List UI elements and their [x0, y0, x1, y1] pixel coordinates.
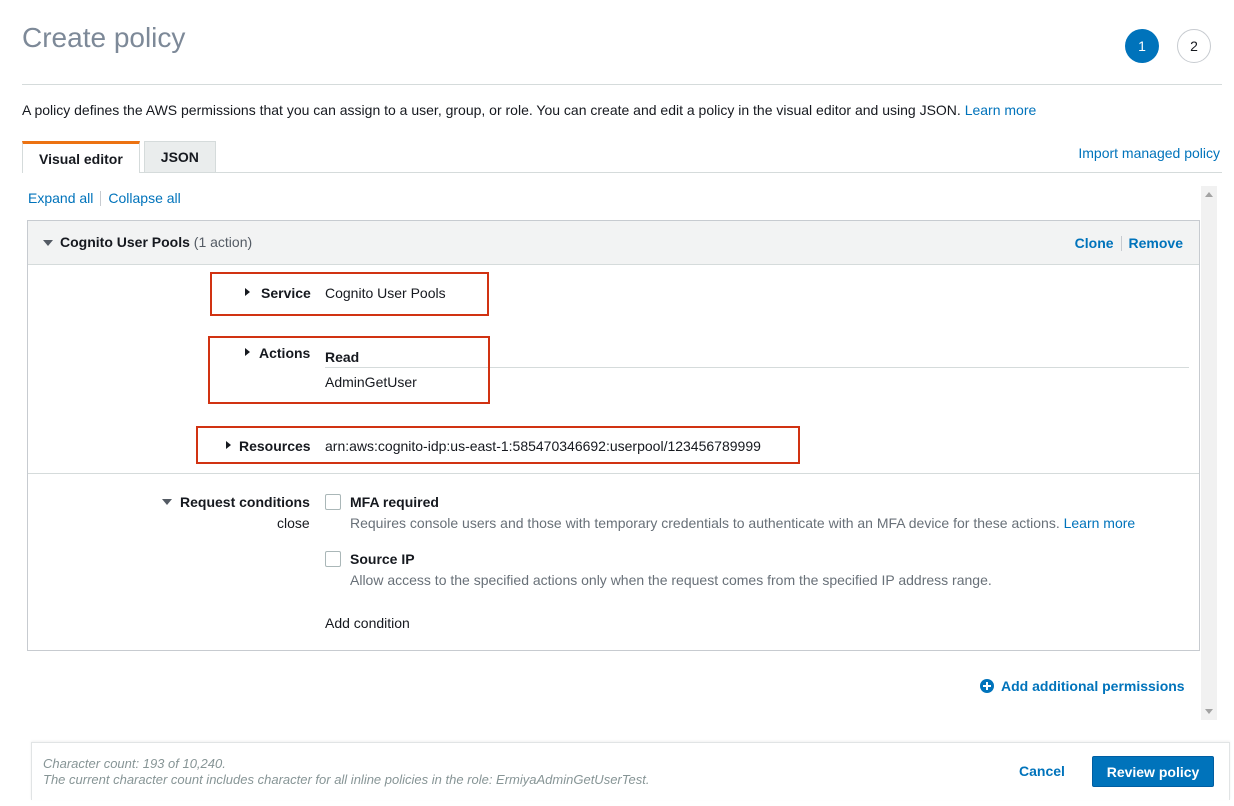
source-ip-title[interactable]: Source IP — [350, 551, 415, 567]
step-1-indicator: 1 — [1125, 29, 1159, 63]
panel-actions-divider — [1120, 235, 1122, 251]
mfa-description-text: Requires console users and those with te… — [350, 515, 1060, 531]
add-condition-link[interactable]: Add condition — [325, 615, 410, 631]
scrollbar[interactable] — [1201, 186, 1217, 720]
actions-highlight-box — [208, 336, 490, 404]
expand-all-link[interactable]: Expand all — [28, 190, 93, 206]
scroll-down-icon[interactable] — [1205, 709, 1213, 714]
request-conditions-collapse-icon[interactable] — [162, 499, 172, 505]
caret-down-icon[interactable] — [43, 240, 53, 246]
panel-action-count: (1 action) — [193, 234, 253, 250]
conditions-divider — [28, 473, 1199, 474]
character-count: Character count: 193 of 10,240. — [43, 756, 226, 771]
add-additional-permissions-label[interactable]: Add additional permissions — [1001, 678, 1185, 694]
tab-visual-editor[interactable]: Visual editor — [22, 141, 140, 173]
add-additional-permissions-button[interactable]: Add additional permissions — [980, 678, 1185, 694]
intro-description: A policy defines the AWS permissions tha… — [22, 102, 961, 118]
wizard-steps: 1 2 — [1125, 29, 1211, 63]
source-ip-description: Allow access to the specified actions on… — [350, 572, 992, 588]
import-managed-policy-link[interactable]: Import managed policy — [1078, 145, 1220, 161]
mfa-required-title[interactable]: MFA required — [350, 494, 439, 510]
character-count-note: The current character count includes cha… — [43, 772, 650, 787]
panel-service-name: Cognito User Pools — [60, 234, 190, 250]
remove-link[interactable]: Remove — [1129, 235, 1183, 251]
expand-collapse-controls: Expand all Collapse all — [28, 190, 181, 206]
panel-title: Cognito User Pools (1 action) — [60, 234, 252, 250]
header-divider — [22, 84, 1222, 85]
cancel-button[interactable]: Cancel — [1019, 763, 1065, 779]
panel-header[interactable]: Cognito User Pools (1 action) Clone Remo… — [28, 221, 1199, 265]
source-ip-checkbox[interactable] — [325, 551, 341, 567]
page-title: Create policy — [22, 22, 186, 53]
mfa-required-description: Requires console users and those with te… — [350, 515, 1135, 531]
intro-learn-more-link[interactable]: Learn more — [965, 102, 1037, 118]
clone-link[interactable]: Clone — [1075, 235, 1114, 251]
plus-circle-icon — [980, 679, 994, 693]
footer-bar: Character count: 193 of 10,240. The curr… — [31, 742, 1230, 800]
toggle-divider — [100, 190, 102, 206]
review-policy-button[interactable]: Review policy — [1092, 756, 1214, 787]
mfa-learn-more-link[interactable]: Learn more — [1064, 515, 1136, 531]
intro-text: A policy defines the AWS permissions tha… — [22, 102, 1036, 118]
request-conditions-close-link[interactable]: close — [277, 515, 310, 531]
resources-highlight-box — [196, 426, 800, 464]
scroll-up-icon[interactable] — [1205, 192, 1213, 197]
panel-actions: Clone Remove — [1075, 235, 1183, 251]
collapse-all-link[interactable]: Collapse all — [108, 190, 180, 206]
mfa-required-checkbox[interactable] — [325, 494, 341, 510]
editor-tabs: Visual editor JSON — [22, 141, 216, 173]
step-2-indicator[interactable]: 2 — [1177, 29, 1211, 63]
service-highlight-box — [210, 272, 489, 316]
request-conditions-label[interactable]: Request conditions — [180, 494, 310, 510]
tabs-divider — [22, 172, 1222, 173]
tab-json[interactable]: JSON — [143, 141, 216, 172]
